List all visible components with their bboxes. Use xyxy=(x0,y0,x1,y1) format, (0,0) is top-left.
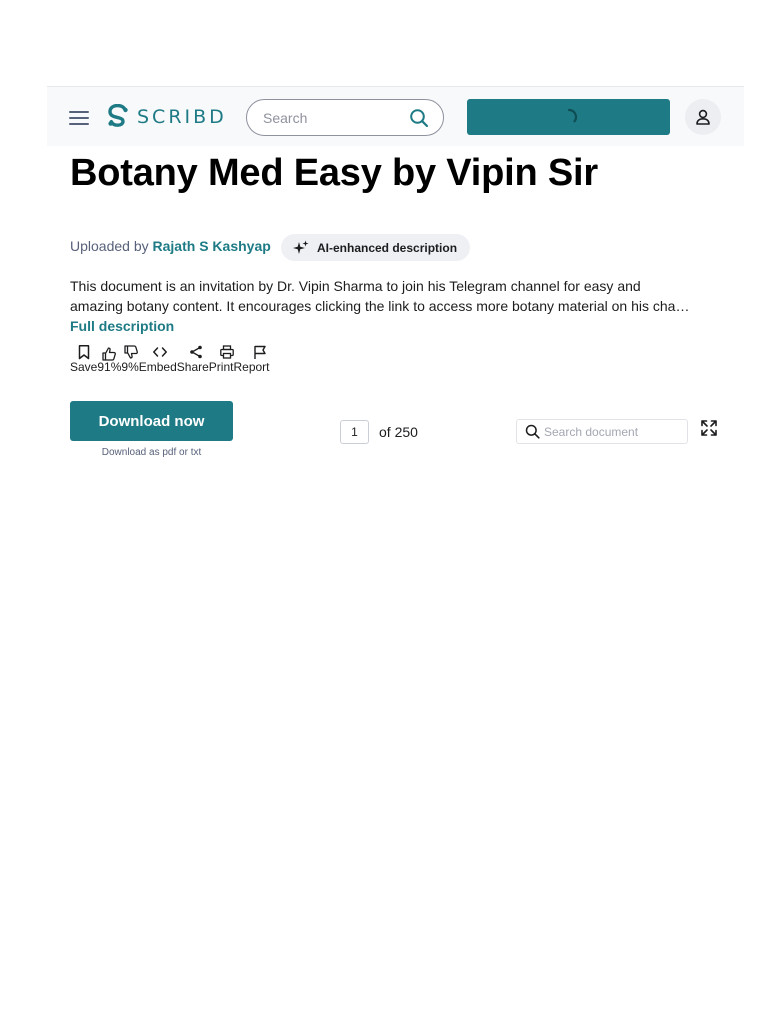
ai-enhanced-badge[interactable]: AI-enhanced description xyxy=(281,234,471,261)
loading-spinner-icon xyxy=(567,108,577,123)
top-header: SCRIBD xyxy=(47,86,744,146)
flag-icon[interactable] xyxy=(252,344,268,360)
search-icon xyxy=(525,424,540,439)
document-search-input[interactable] xyxy=(544,424,684,439)
page-count: of 250 xyxy=(379,424,418,440)
thumbs-down-icon[interactable] xyxy=(123,344,139,360)
download-now-button[interactable]: Download now xyxy=(70,401,233,441)
logo-text: SCRIBD xyxy=(137,106,227,128)
user-icon xyxy=(696,109,710,125)
site-search xyxy=(246,99,444,136)
download-format-note: Download as pdf or txt xyxy=(101,447,202,458)
print-icon[interactable] xyxy=(219,344,235,360)
scribd-logo[interactable]: SCRIBD xyxy=(107,104,227,130)
page-number-input[interactable] xyxy=(340,420,369,444)
report-button[interactable]: Report xyxy=(233,360,269,374)
share-icon[interactable] xyxy=(188,344,204,360)
code-icon[interactable] xyxy=(152,344,168,360)
uploaded-by-label: Uploaded by xyxy=(70,238,149,254)
menu-icon[interactable] xyxy=(69,111,89,125)
print-button[interactable]: Print xyxy=(209,360,234,374)
ai-badge-label: AI-enhanced description xyxy=(317,240,458,255)
embed-button[interactable]: Embed xyxy=(139,360,177,374)
document-search xyxy=(516,419,688,444)
uploader-link[interactable]: Rajath S Kashyap xyxy=(153,238,271,254)
description-text: This document is an invitation by Dr. Vi… xyxy=(70,278,690,314)
breadcrumb xyxy=(70,146,290,149)
bookmark-icon[interactable] xyxy=(76,344,92,360)
site-search-input[interactable] xyxy=(263,109,403,126)
action-labels-row: Save 91% 9% Embed Share Print Report xyxy=(70,360,270,374)
scribd-logo-icon xyxy=(108,104,128,127)
user-account-button[interactable] xyxy=(685,99,721,135)
fullscreen-icon[interactable] xyxy=(700,419,718,437)
downvote-percent[interactable]: 9% xyxy=(121,360,138,374)
search-icon[interactable] xyxy=(409,108,429,128)
uploaded-by: Uploaded by Rajath S Kashyap xyxy=(70,238,271,254)
full-description-link[interactable]: Full description xyxy=(70,318,174,334)
document-description: This document is an invitation by Dr. Vi… xyxy=(70,276,690,336)
share-button[interactable]: Share xyxy=(177,360,209,374)
upvote-percent[interactable]: 91% xyxy=(97,360,121,374)
save-button[interactable]: Save xyxy=(70,360,97,374)
header-cta-button[interactable] xyxy=(467,99,670,135)
sparkle-icon xyxy=(293,240,309,254)
document-title: Botany Med Easy by Vipin Sir xyxy=(70,152,598,194)
